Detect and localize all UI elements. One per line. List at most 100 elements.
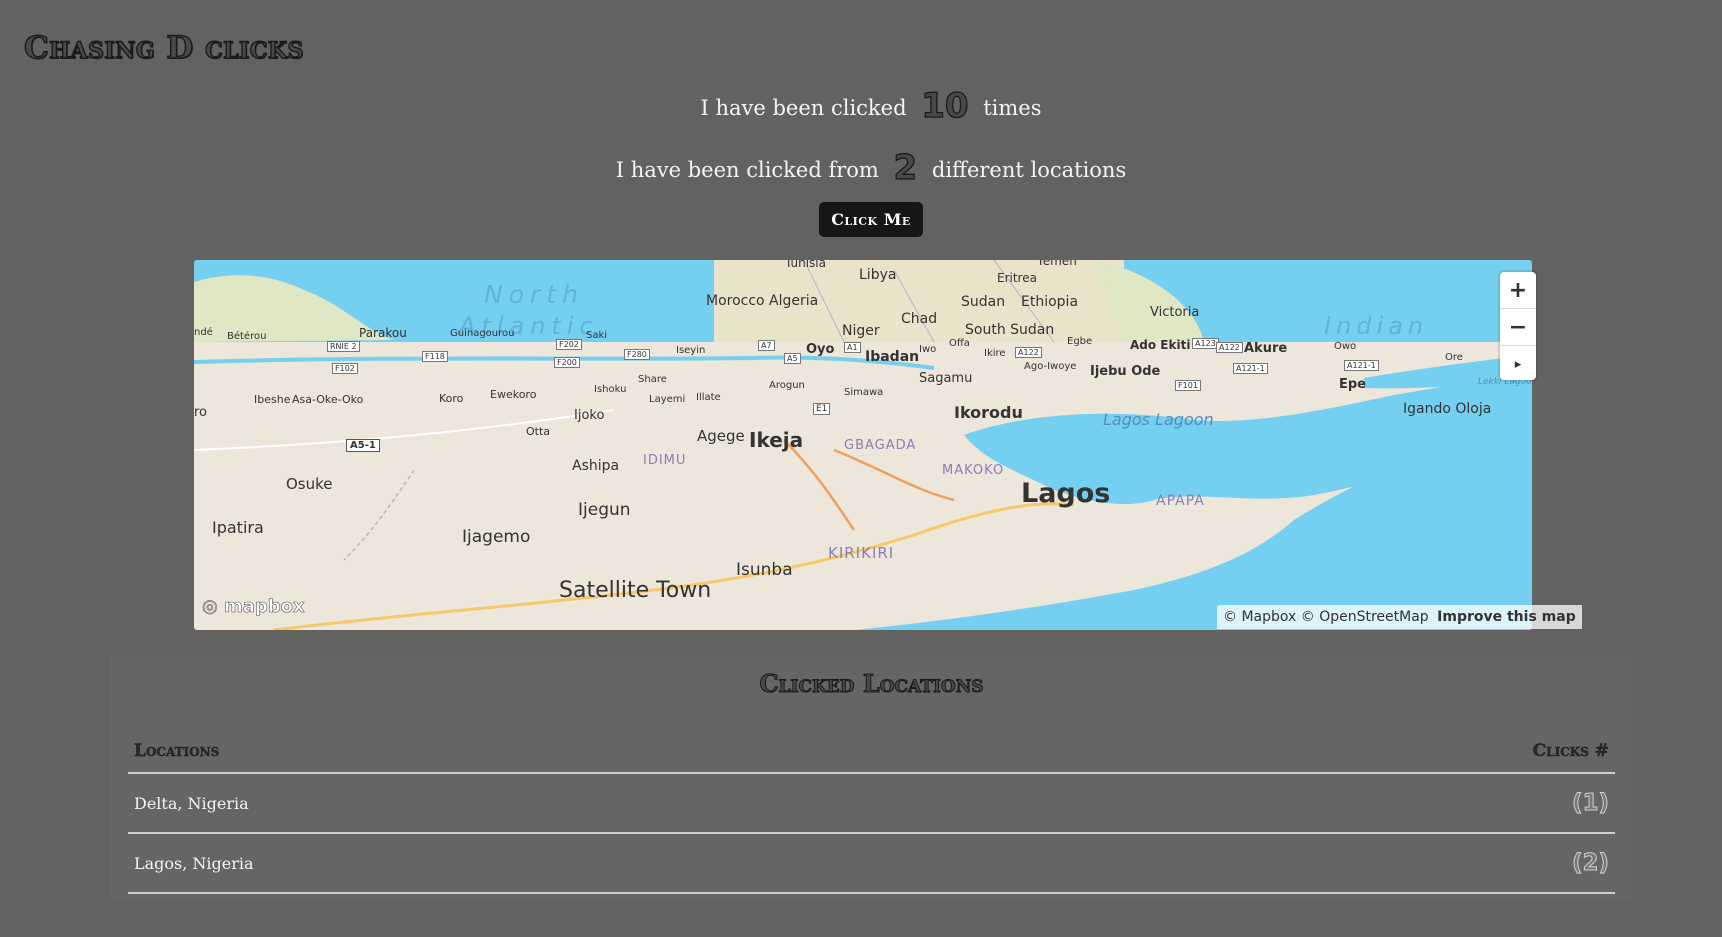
attribution-osm-link[interactable]: © OpenStreetMap — [1301, 609, 1429, 625]
map-label: IDIMU — [643, 453, 687, 468]
map-label: Ashipa — [572, 458, 620, 474]
click-count-value: 10 — [921, 85, 970, 126]
map-label: Lagos Lagoon — [1103, 410, 1214, 429]
road-shield: A123 — [1192, 338, 1219, 349]
map-label: Libya — [859, 267, 897, 283]
map-label: Ikeja — [749, 428, 804, 452]
map-label: Indian — [1324, 312, 1429, 340]
map-label: South Sudan — [965, 322, 1055, 338]
zoom-in-icon[interactable]: + — [1500, 272, 1536, 309]
location-name: Lagos, Nigeria — [134, 853, 254, 873]
map-label: Share — [638, 374, 667, 385]
road-shield: A5 — [784, 353, 801, 364]
map-label: Igando Oloja — [1403, 401, 1492, 417]
road-shield: F202 — [556, 339, 582, 350]
location-count-value: 2 — [893, 147, 918, 188]
mapbox-logo[interactable]: ◎ mapbox — [202, 596, 305, 618]
map-label: ndé — [194, 327, 213, 338]
map-label: North — [484, 280, 584, 309]
table-header-row: Locations Clicks # — [128, 730, 1615, 774]
road-shield: RNIE 2 — [327, 341, 360, 352]
map-label: GBAGADA — [844, 438, 917, 453]
map-label: Illate — [696, 392, 721, 403]
map-label: Ikorodu — [954, 403, 1023, 422]
road-shield: F200 — [554, 357, 580, 368]
location-count-suffix: different locations — [931, 158, 1127, 182]
road-shield: A122 — [1216, 342, 1243, 353]
map-label: MAKOKO — [942, 463, 1005, 478]
map-label: Arogun — [769, 380, 805, 391]
location-click-count: (1) — [1571, 790, 1609, 817]
attribution-mapbox-link[interactable]: © Mapbox — [1223, 609, 1296, 625]
map-label: Niger — [842, 323, 880, 339]
click-count-suffix: times — [983, 96, 1042, 120]
map-label: Ijegun — [578, 500, 631, 520]
map-label: Victoria — [1150, 305, 1200, 320]
location-name: Delta, Nigeria — [134, 793, 249, 813]
map-canvas[interactable]: Tunisia Libya Eritrea Yemen North Atlant… — [194, 260, 1532, 630]
map-label: Ibadan — [865, 349, 920, 365]
clicked-locations-table: Locations Clicks # Delta, Nigeria (1) La… — [128, 730, 1615, 894]
map-label: Ijagemo — [462, 527, 531, 547]
map-label: Saki — [586, 330, 608, 341]
road-shield: A121-1 — [1344, 360, 1379, 371]
map-label: Sudan — [961, 294, 1006, 310]
clicked-locations-card: Clicked Locations Locations Clicks # Del… — [110, 655, 1633, 900]
map-label: Algeria — [769, 293, 819, 309]
road-shield: F118 — [422, 351, 448, 362]
map-label: Guinagourou — [450, 328, 515, 339]
map-label: Ishoku — [594, 384, 627, 395]
map-label: Egbe — [1067, 336, 1093, 347]
road-shield: F102 — [332, 363, 358, 374]
column-header-locations: Locations — [134, 741, 220, 761]
click-count-prefix: I have been clicked — [700, 96, 907, 120]
location-count-prefix: I have been clicked from — [615, 158, 879, 182]
map-label: Koro — [439, 392, 464, 405]
road-shield: E1 — [813, 403, 831, 415]
map-label: KIRIKIRI — [828, 544, 895, 562]
map-label: Osuke — [286, 475, 333, 493]
map-label: Asa-Oke-Oko — [292, 393, 364, 406]
map-label: Oyo — [806, 342, 835, 357]
map-label: Yemen — [1037, 260, 1077, 268]
map-label: APAPA — [1156, 493, 1205, 509]
map-label: Satellite Town — [559, 578, 712, 603]
map-zoom-controls: + − ▸ — [1500, 272, 1536, 380]
map-label: Iseyin — [676, 345, 706, 356]
map-label: Ijebu Ode — [1090, 364, 1161, 379]
zoom-out-icon[interactable]: − — [1500, 309, 1536, 346]
map-label: Ado Ekiti — [1130, 338, 1191, 352]
map-label: Isunba — [736, 560, 793, 580]
map-label: Ikire — [984, 348, 1006, 359]
map-label: Lagos — [1021, 478, 1111, 509]
road-shield: A1 — [844, 342, 861, 353]
map-label: ro — [194, 405, 208, 420]
road-shield: F280 — [624, 349, 650, 360]
map-road-expressway — [273, 502, 1075, 630]
table-row: Lagos, Nigeria (2) — [128, 834, 1615, 894]
map-label: Ipatira — [212, 518, 264, 537]
map-label: Ore — [1445, 352, 1463, 363]
improve-map-link[interactable]: Improve this map — [1437, 609, 1576, 625]
map-label: Sagamu — [919, 371, 973, 386]
road-shield: A7 — [758, 340, 775, 351]
map-label: Agege — [697, 427, 745, 445]
map-label: Morocco — [706, 293, 765, 309]
map-label: Ethiopia — [1021, 294, 1079, 310]
map-road-rail — [343, 469, 415, 561]
clicked-locations-title: Clicked Locations — [759, 669, 984, 699]
map-label: Bétérou — [227, 331, 267, 342]
column-header-clicks: Clicks # — [1532, 741, 1609, 761]
map-label: Offa — [949, 338, 970, 349]
compass-icon[interactable]: ▸ — [1500, 346, 1536, 382]
mapbox-logo-text: mapbox — [224, 596, 305, 618]
map-label: Ago-Iwoye — [1024, 361, 1077, 372]
click-me-button[interactable]: Click Me — [819, 202, 923, 237]
map-label: Parakou — [359, 326, 407, 340]
map-road-orange-2 — [833, 448, 955, 502]
location-click-count: (2) — [1571, 850, 1609, 877]
map-label: Otta — [526, 425, 551, 438]
map-label: Ibeshe — [254, 393, 291, 406]
map-road-northwest — [194, 409, 615, 451]
map-label: Simawa — [844, 387, 884, 398]
